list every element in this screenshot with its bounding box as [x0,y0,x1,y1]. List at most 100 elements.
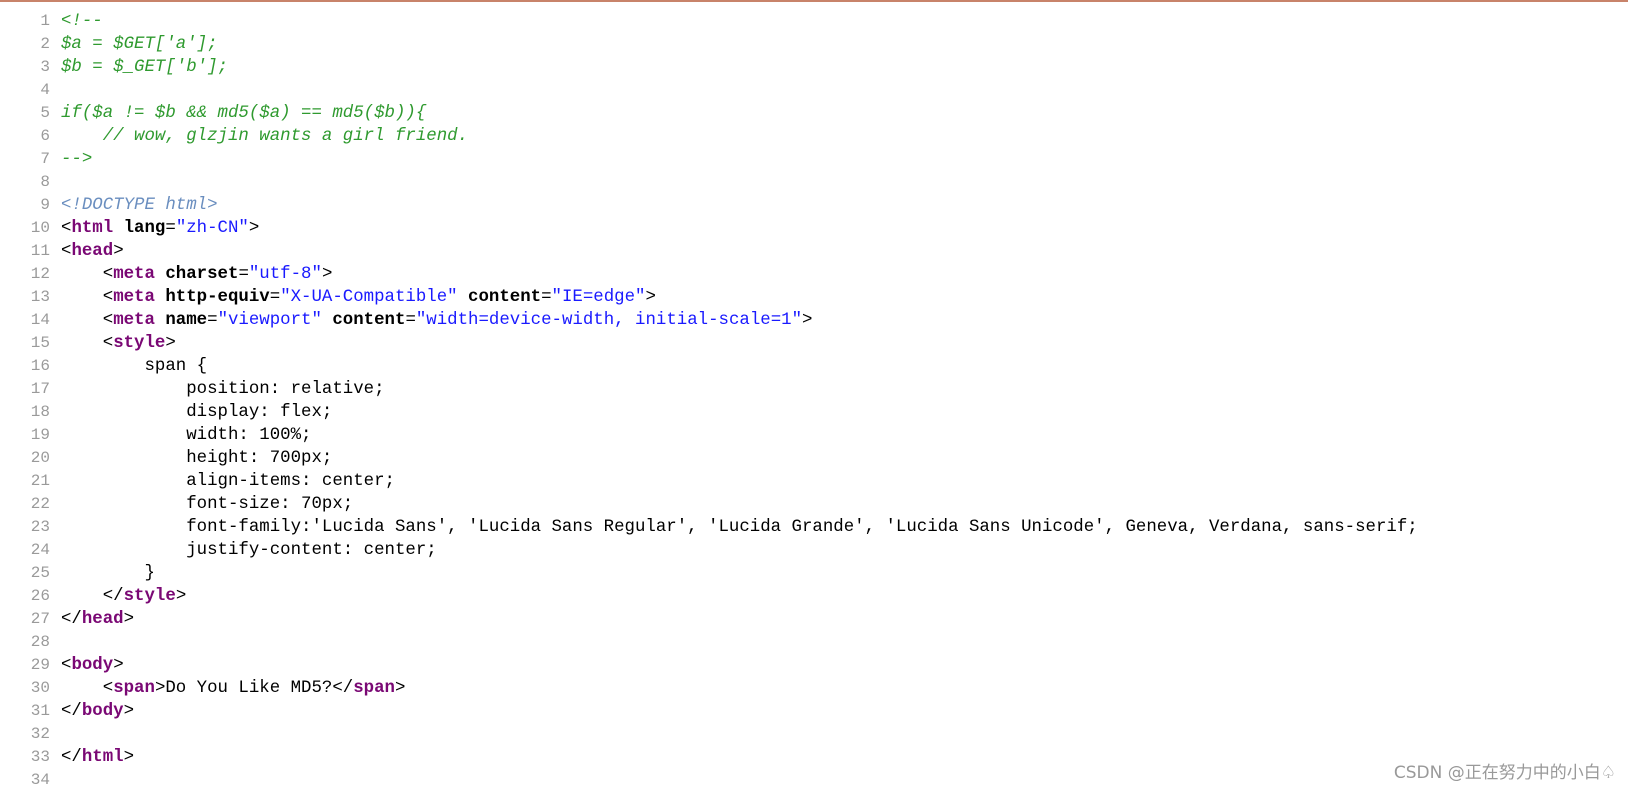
tag-name: span [353,679,395,698]
code-comment: $a = $GET['a']; [61,35,218,54]
code-comment: $b = $_GET['b']; [61,58,228,77]
code-line: 27 </head> [0,608,1628,631]
tag-bracket: > [645,288,656,307]
code-text: height: 700px; [61,449,333,468]
tag-name: style [123,587,176,606]
line-number: 13 [30,288,50,306]
code-line: 3 $b = $_GET['b']; [0,56,1628,79]
code-line: 26 </style> [0,585,1628,608]
line-content: <meta name="viewport" content="width=dev… [61,309,813,332]
code-text: position: relative; [61,380,385,399]
code-text: display: flex; [61,403,333,422]
tag-name: meta [113,311,155,330]
line-content: <!-- [61,10,103,33]
code-line: 12 <meta charset="utf-8"> [0,263,1628,286]
code-line: 20 height: 700px; [0,447,1628,470]
line-number: 14 [30,311,50,329]
tag-bracket: < [61,311,114,330]
tag-bracket: < [61,265,114,284]
code-line: 2 $a = $GET['a']; [0,33,1628,56]
attribute-value: "X-UA-Compatible" [280,288,458,307]
code-line: 17 position: relative; [0,378,1628,401]
line-content: <!DOCTYPE html> [61,194,218,217]
code-text: width: 100%; [61,426,312,445]
tag-bracket: = [207,311,218,330]
line-number: 17 [30,380,50,398]
tag-bracket: > [394,679,406,698]
tag-name: head [71,242,114,261]
line-content: <style> [61,332,176,355]
code-line: 6 // wow, glzjin wants a girl friend. [0,125,1628,148]
attribute-name: lang [113,219,166,238]
line-number: 12 [30,265,50,283]
code-line: 4 [0,79,1628,102]
tag-name: body [71,656,114,675]
tag-bracket: < [61,334,114,353]
attribute-value: "zh-CN" [175,219,249,238]
attribute-value: "IE=edge" [551,288,646,307]
code-line: 31 </body> [0,700,1628,723]
tag-name: style [113,334,166,353]
line-content: $b = $_GET['b']; [61,56,228,79]
line-number: 1 [40,12,50,30]
tag-bracket: = [405,311,416,330]
code-line: 16 span { [0,355,1628,378]
code-comment: <!-- [61,12,103,31]
attribute-name: content [457,288,542,307]
source-code-view: 1 <!-- 2 $a = $GET['a']; 3 $b = $_GET['b']; 4 5… [0,10,1628,792]
tag-bracket: > [123,610,135,629]
code-line: 18 display: flex; [0,401,1628,424]
attribute-name: http-equiv [154,288,270,307]
tag-bracket: > [175,587,187,606]
line-content: <meta http-equiv="X-UA-Compatible" conte… [61,286,656,309]
line-number: 29 [30,656,50,674]
code-line: 23 font-family:'Lucida Sans', 'Lucida Sa… [0,516,1628,539]
tag-bracket: = [238,265,249,284]
tag-bracket: > [154,679,166,698]
line-number: 19 [30,426,50,444]
tag-name: html [81,748,124,767]
line-content: $a = $GET['a']; [61,33,218,56]
code-line: 15 <style> [0,332,1628,355]
line-number: 4 [40,81,50,99]
code-line: 28 [0,631,1628,654]
code-line: 13 <meta http-equiv="X-UA-Compatible" co… [0,286,1628,309]
tag-bracket: </ [61,748,82,767]
line-content: <span>Do You Like MD5?</span> [61,677,406,700]
code-line: 19 width: 100%; [0,424,1628,447]
code-text: span { [61,357,208,376]
tag-bracket: < [61,656,72,675]
code-comment: --> [61,150,93,169]
code-line: 25 } [0,562,1628,585]
tag-bracket: > [113,242,124,261]
line-number: 18 [30,403,50,421]
csdn-watermark: CSDN @正在努力中的小白♤ [1393,763,1616,783]
line-content: </head> [61,608,134,631]
tag-bracket: < [61,219,72,238]
code-line: 21 align-items: center; [0,470,1628,493]
line-content: justify-content: center; [61,539,436,562]
line-content: --> [61,148,92,171]
line-number: 33 [30,748,50,766]
code-line: 10 <html lang="zh-CN"> [0,217,1628,240]
line-number: 11 [30,242,50,260]
line-number: 22 [30,495,50,513]
line-content: <html lang="zh-CN"> [61,217,259,240]
line-number: 2 [40,35,50,53]
code-line: 5 if($a != $b && md5($a) == md5($b)){ [0,102,1628,125]
line-content: </html> [61,746,134,769]
line-number: 7 [40,150,50,168]
code-line: 1 <!-- [0,10,1628,33]
tag-bracket: </ [61,610,82,629]
line-number: 23 [30,518,50,536]
line-content: </style> [61,585,187,608]
line-number: 15 [30,334,50,352]
attribute-value: "width=device-width, initial-scale=1" [415,311,803,330]
tag-bracket: > [123,702,135,721]
code-comment: if($a != $b && md5($a) == md5($b)){ [61,104,427,123]
line-content: display: flex; [61,401,332,424]
code-text: align-items: center; [61,472,395,491]
line-number: 27 [30,610,50,628]
attribute-name: content [321,311,406,330]
tag-name: meta [113,265,155,284]
